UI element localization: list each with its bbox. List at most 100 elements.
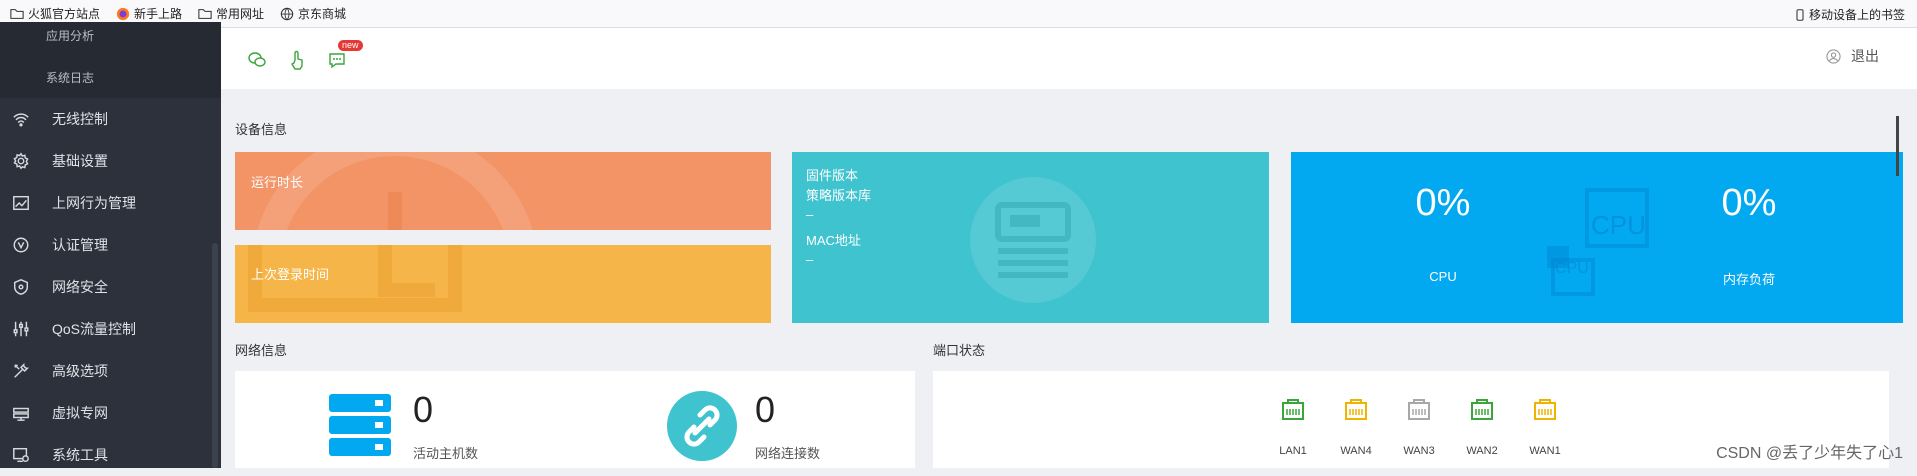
sidebar-item-vpn[interactable]: 虚拟专网 — [0, 392, 221, 434]
memory-label: 内存负荷 — [1722, 272, 1775, 287]
sidebar-subitem-label: 应用分析 — [46, 29, 95, 43]
folder-icon — [198, 8, 212, 19]
port-wan4[interactable]: WAN4 — [1340, 397, 1372, 457]
network-info-title: 网络信息 — [235, 343, 288, 358]
mobile-icon — [1796, 8, 1804, 21]
firmware-card: 固件版本 策略版本库 – MAC地址 – — [792, 152, 1269, 323]
bookmark-label: 京东商城 — [298, 7, 347, 21]
link-icon — [667, 391, 737, 461]
bookmark-label: 新手上路 — [134, 7, 183, 21]
sidebar-item-label: 无线控制 — [52, 111, 108, 127]
mac-label: MAC地址 — [806, 233, 861, 248]
port-wan1[interactable]: WAN1 — [1529, 397, 1561, 457]
sidebar-item-label: QoS流量控制 — [52, 321, 137, 337]
port-wan3[interactable]: WAN3 — [1403, 397, 1435, 457]
sidebar-item-network-security[interactable]: 网络安全 — [0, 266, 221, 308]
sidebar-item-auth-mgmt[interactable]: 认证管理 — [0, 224, 221, 266]
port-lan1[interactable]: LAN1 — [1278, 397, 1308, 457]
main-scrollbar[interactable] — [1896, 116, 1899, 176]
last-login-label: 上次登录时间 — [251, 267, 330, 282]
top-bar: new 退出 — [221, 28, 1917, 89]
logout-label: 退出 — [1851, 48, 1879, 64]
sidebar-subitem-system-log[interactable]: 系统日志 — [0, 58, 221, 98]
new-badge: new — [338, 40, 363, 51]
ethernet-port-icon — [1471, 399, 1493, 420]
server-icon — [329, 394, 391, 456]
message-icon[interactable] — [327, 50, 347, 70]
vpn-icon — [13, 407, 29, 421]
mobile-bookmarks-label: 移动设备上的书签 — [1808, 8, 1905, 22]
port-label: WAN2 — [1466, 445, 1498, 457]
bookmark-item[interactable]: 火狐官方站点 — [10, 5, 100, 22]
sidebar-item-label: 上网行为管理 — [52, 195, 136, 211]
bookmark-item[interactable]: 常用网址 — [198, 5, 264, 22]
cpu-label: CPU — [1429, 269, 1457, 284]
touch-icon[interactable] — [287, 50, 307, 70]
connections-value: 0 — [755, 389, 776, 430]
bookmark-item[interactable]: 京东商城 — [280, 5, 346, 22]
bookmark-item[interactable]: 新手上路 — [116, 5, 182, 22]
bookmark-label: 火狐官方站点 — [28, 7, 101, 21]
wechat-icon[interactable] — [247, 50, 267, 70]
tools-icon — [14, 362, 30, 378]
policy-value: – — [806, 207, 814, 222]
port-wan2[interactable]: WAN2 — [1466, 397, 1498, 457]
sidebar-scrollbar[interactable] — [212, 243, 218, 468]
verify-icon — [13, 237, 29, 253]
ethernet-port-icon — [1345, 399, 1367, 420]
clock-icon — [257, 152, 533, 230]
bookmarks-bar: 火狐官方站点 新手上路 常用网址 京东商城 移动设备上的书签 — [0, 0, 1917, 28]
network-info-panel: 0 活动主机数 0 网络连接数 — [235, 371, 915, 468]
sidebar-subitem-app-analysis[interactable]: 应用分析 — [0, 22, 221, 58]
port-label: WAN4 — [1340, 445, 1372, 457]
cpu-value: 0% — [1415, 182, 1471, 224]
chart-icon — [13, 195, 29, 211]
sidebar-subitem-label: 系统日志 — [46, 71, 95, 85]
sidebar-item-wireless[interactable]: 无线控制 — [0, 98, 221, 140]
uptime-label: 运行时长 — [251, 175, 304, 190]
main-content: 设备信息 运行时长 上次登录时间 固件版本 策略版本库 – MAC地址 – CP… — [221, 89, 1917, 468]
shield-icon — [13, 279, 29, 295]
ethernet-port-icon — [1408, 399, 1430, 420]
last-login-card: 上次登录时间 — [235, 245, 771, 323]
logout-button[interactable]: 退出 — [1826, 46, 1879, 66]
ethernet-port-icon — [1282, 399, 1304, 420]
device-info-title: 设备信息 — [235, 122, 288, 137]
policy-label: 策略版本库 — [806, 188, 872, 203]
sidebar-item-advanced[interactable]: 高级选项 — [0, 350, 221, 392]
cpu-watermark-text-small: CPU — [1555, 260, 1589, 277]
firmware-label: 固件版本 — [806, 168, 859, 183]
port-label: LAN1 — [1279, 445, 1307, 457]
wifi-icon — [13, 113, 29, 127]
sidebar: 应用分析 系统日志 无线控制 基础设置 上网行为管理 认证管理 网络安全 QoS… — [0, 22, 221, 468]
uptime-card: 运行时长 — [235, 152, 771, 230]
sidebar-item-label: 网络安全 — [52, 279, 108, 295]
port-label: WAN3 — [1403, 445, 1435, 457]
cpu-watermark-text: CPU — [1591, 210, 1646, 240]
sidebar-item-behavior-mgmt[interactable]: 上网行为管理 — [0, 182, 221, 224]
bookmark-label: 常用网址 — [216, 7, 265, 21]
clock-icon — [248, 245, 462, 312]
sliders-icon — [13, 321, 29, 337]
gear-icon — [13, 152, 29, 170]
mobile-bookmarks[interactable]: 移动设备上的书签 — [1794, 6, 1905, 23]
sidebar-item-label: 系统工具 — [52, 447, 108, 463]
ethernet-port-icon — [1534, 399, 1556, 420]
system-tools-icon — [13, 447, 29, 463]
sidebar-item-label: 基础设置 — [52, 153, 108, 169]
globe-icon — [280, 7, 294, 20]
sidebar-item-label: 高级选项 — [52, 363, 108, 379]
sidebar-item-label: 认证管理 — [52, 237, 108, 253]
sidebar-item-qos[interactable]: QoS流量控制 — [0, 308, 221, 350]
folder-icon — [10, 8, 24, 19]
sidebar-item-basic-settings[interactable]: 基础设置 — [0, 140, 221, 182]
server-info-icon — [970, 177, 1096, 303]
cpu-memory-card: CPU CPU 0% CPU 0% 内存负荷 — [1291, 152, 1903, 323]
sidebar-item-system-tools[interactable]: 系统工具 — [0, 434, 221, 476]
port-label: WAN1 — [1529, 445, 1561, 457]
user-icon — [1826, 48, 1841, 64]
active-hosts-label: 活动主机数 — [413, 446, 479, 461]
memory-value: 0% — [1721, 182, 1777, 224]
port-status-title: 端口状态 — [933, 343, 986, 358]
csdn-watermark: CSDN @丢了少年失了心1 — [1716, 445, 1903, 462]
